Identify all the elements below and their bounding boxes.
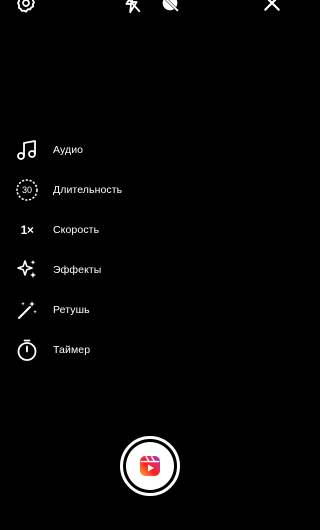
top-bar — [0, 0, 300, 14]
tool-retouch[interactable]: Ретушь — [0, 290, 180, 330]
tool-timer[interactable]: Таймер — [0, 330, 180, 370]
tool-audio[interactable]: Аудио — [0, 130, 180, 170]
flash-off-icon[interactable] — [121, 0, 143, 14]
settings-icon[interactable] — [15, 0, 37, 14]
filter-off-icon[interactable] — [159, 0, 181, 14]
tool-duration[interactable]: 30 Длительность — [0, 170, 180, 210]
tool-duration-label: Длительность — [53, 184, 123, 196]
tool-retouch-label: Ретушь — [53, 304, 90, 316]
duration-icon-text: 30 — [22, 185, 32, 195]
close-icon[interactable] — [262, 0, 282, 13]
sparkles-icon — [15, 258, 39, 282]
record-button[interactable] — [120, 436, 180, 496]
speed-icon: 1× — [15, 218, 39, 242]
speed-icon-text: 1× — [20, 223, 34, 237]
duration-icon: 30 — [15, 178, 39, 202]
tool-audio-label: Аудио — [53, 144, 84, 156]
record-button-inner — [126, 442, 174, 490]
tool-effects[interactable]: Эффекты — [0, 250, 180, 290]
magic-wand-icon — [15, 298, 39, 322]
tool-effects-label: Эффекты — [53, 264, 102, 276]
tool-speed[interactable]: 1× Скорость — [0, 210, 180, 250]
tool-speed-label: Скорость — [53, 224, 100, 236]
timer-icon — [15, 338, 39, 362]
tool-timer-label: Таймер — [53, 344, 91, 356]
camera-tools-menu: Аудио 30 Длительность 1× Скорость Эффект… — [0, 130, 180, 370]
reels-icon — [138, 454, 162, 478]
music-note-icon — [15, 138, 39, 162]
